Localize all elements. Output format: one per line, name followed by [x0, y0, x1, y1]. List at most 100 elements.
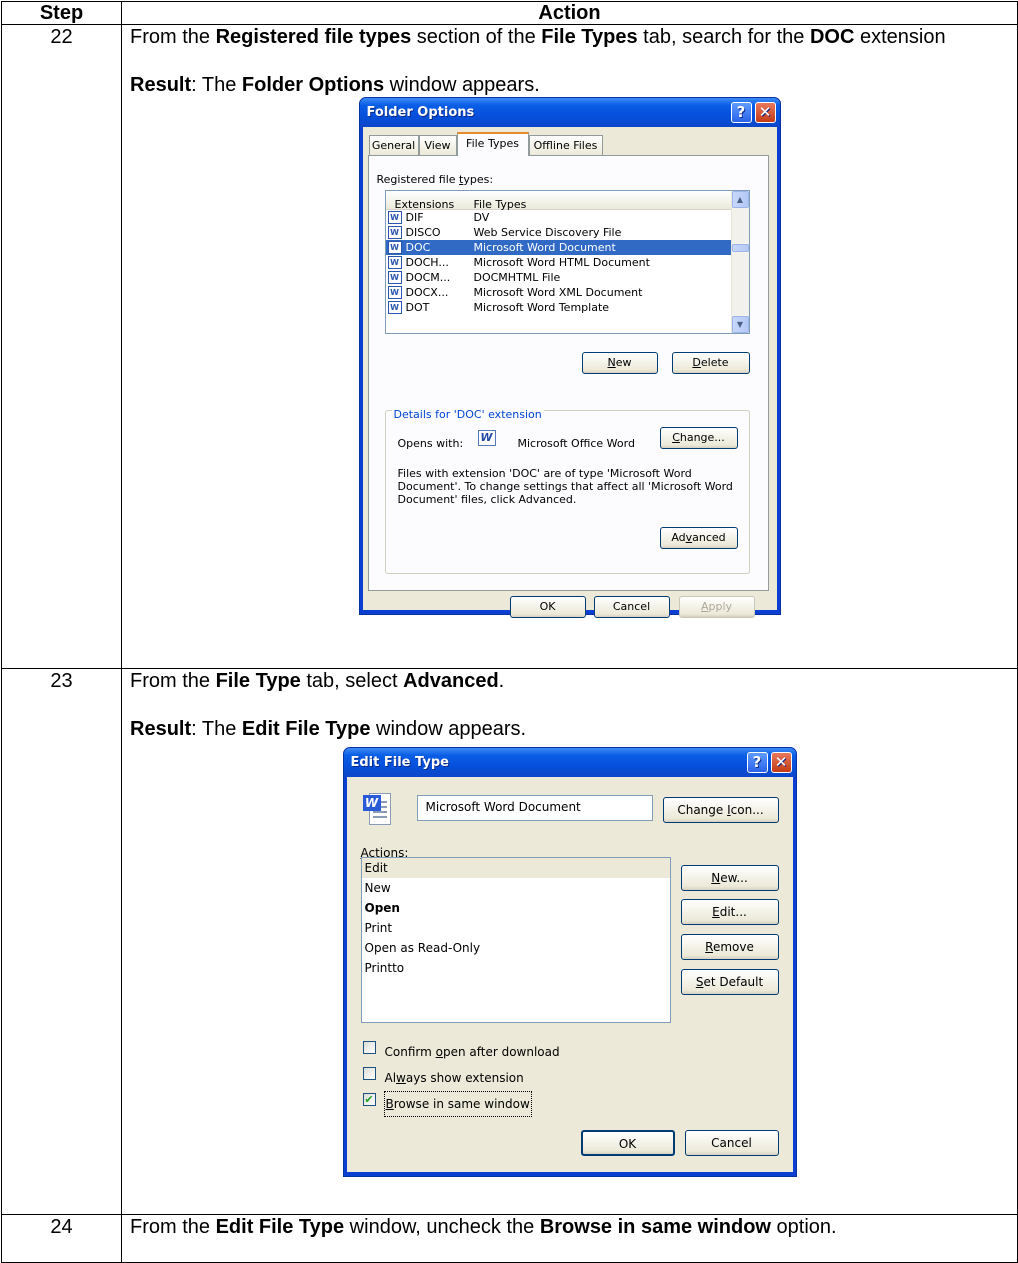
action-item[interactable]: Edit: [361, 858, 670, 878]
edit-file-type-body: W Microsoft Word Document Change Icon...…: [346, 777, 793, 1172]
tab-view[interactable]: View: [418, 135, 457, 155]
file-type-icon: W: [387, 301, 402, 314]
window-title: Folder Options: [366, 105, 475, 120]
file-type-icon: W: [387, 286, 402, 299]
file-type-icon: W: [387, 271, 402, 284]
list-scrollbar[interactable]: ▲ ▼: [730, 191, 749, 333]
step-number: 23: [1, 668, 122, 1215]
file-extension: DIF: [405, 211, 424, 224]
delete-button[interactable]: Delete: [671, 352, 750, 374]
registered-file-types-label: Registered file types:: [376, 173, 494, 186]
folder-options-body: General View File Types Offline Files Re…: [362, 127, 777, 618]
file-type-row[interactable]: W DOT Microsoft Word Template: [386, 300, 749, 315]
opens-with-label: Opens with:: [397, 437, 464, 450]
ok-button[interactable]: OK: [509, 596, 586, 618]
action-item[interactable]: Open as Read-Only: [362, 938, 670, 958]
step-action: From the Edit File Type window, uncheck …: [121, 1214, 1018, 1263]
advanced-button[interactable]: Advanced: [659, 527, 738, 549]
edit-file-type-window: Edit File Type ? ✕ W Microsoft Word Docu…: [342, 747, 797, 1177]
file-type-description: Microsoft Word Template: [473, 301, 610, 314]
step-number: 22: [1, 24, 122, 669]
close-icon[interactable]: ✕: [754, 102, 776, 123]
file-type-row[interactable]: W DIF DV: [386, 210, 749, 225]
file-type-row[interactable]: W DISCO Web Service Discovery File: [386, 225, 749, 240]
scroll-thumb[interactable]: [731, 244, 749, 252]
details-group: Details for 'DOC' extension Opens with: …: [384, 403, 750, 574]
confirm-open-checkbox[interactable]: [362, 1041, 376, 1054]
details-legend: Details for 'DOC' extension: [391, 403, 544, 427]
word-app-icon: W: [477, 430, 496, 446]
header-step: Step: [1, 1, 122, 25]
close-icon[interactable]: ✕: [770, 752, 792, 773]
tab-general[interactable]: General: [368, 135, 419, 155]
step-result: Result: The Edit File Type window appear…: [130, 718, 527, 740]
change-button[interactable]: Change...: [659, 427, 738, 449]
steps-table: Step Action 22 From the Registered file …: [1, 1, 1018, 1263]
bold-term: Registered file types: [215, 26, 412, 48]
file-types-list[interactable]: Extensions File Types W DIF DV W DISCO Web Se…: [384, 190, 750, 334]
change-icon-button[interactable]: Change Icon...: [662, 797, 779, 823]
always-show-checkbox[interactable]: [362, 1067, 376, 1080]
bold-term: DOC: [809, 26, 855, 48]
bold-term: Edit File Type: [215, 1216, 345, 1238]
cancel-button[interactable]: Cancel: [684, 1130, 779, 1156]
file-type-row[interactable]: W DOC Microsoft Word Document: [385, 240, 749, 255]
action-rows: Edit New Open Print Open as Read-Only Printto: [361, 858, 670, 978]
file-type-row[interactable]: W DOCX... Microsoft Word XML Document: [386, 285, 749, 300]
browse-same-window-label: Browse in same window: [383, 1091, 532, 1117]
ok-button[interactable]: OK: [580, 1130, 675, 1156]
header-row: Step Action: [1, 1, 1018, 25]
action-item[interactable]: Open: [362, 898, 670, 918]
window-title: Edit File Type: [350, 755, 449, 770]
set-default-button[interactable]: Set Default: [680, 969, 779, 995]
tab-file-types[interactable]: File Types: [456, 132, 529, 156]
tab-offline-files[interactable]: Offline Files: [528, 135, 603, 155]
cancel-button[interactable]: Cancel: [593, 596, 670, 618]
actions-list[interactable]: Edit New Open Print Open as Read-Only Printto: [360, 857, 671, 1023]
file-extension: DOCM...: [405, 271, 451, 284]
help-icon[interactable]: ?: [746, 752, 768, 773]
file-type-row[interactable]: W DOCH... Microsoft Word HTML Document: [386, 255, 749, 270]
apply-button[interactable]: Apply: [678, 596, 755, 618]
help-icon[interactable]: ?: [730, 102, 752, 123]
file-type-description: Web Service Discovery File: [473, 226, 622, 239]
bold-term: Edit File Type: [241, 718, 371, 740]
confirm-open-label: Confirm open after download: [384, 1045, 560, 1059]
file-types-panel: Registered file types: Extensions File T…: [367, 155, 769, 591]
opens-with-app: Microsoft Office Word: [517, 437, 635, 450]
action-item[interactable]: Print: [362, 918, 670, 938]
action-edit-button[interactable]: Edit...: [680, 899, 779, 925]
step-result: Result: The Folder Options window appear…: [130, 74, 540, 96]
bold-term: Result: [130, 718, 192, 740]
file-type-description: Microsoft Word HTML Document: [473, 256, 650, 269]
file-type-icon: W: [387, 211, 402, 224]
file-extension: DOT: [405, 301, 430, 314]
file-type-name-input[interactable]: Microsoft Word Document: [416, 795, 653, 821]
step-row-23: 23 From the File Type tab, select Advanc…: [1, 668, 1018, 1215]
folder-options-window: Folder Options ? ✕ General View File Typ…: [358, 97, 781, 618]
file-extension: DOCX...: [405, 286, 449, 299]
bold-term: File Type: [215, 670, 301, 692]
step-action: From the File Type tab, select Advanced.…: [121, 668, 1018, 1215]
new-button[interactable]: New: [581, 352, 658, 374]
bold-term: Folder Options: [241, 74, 385, 96]
bold-term: File Types: [541, 26, 638, 48]
list-header: Extensions File Types: [385, 191, 749, 211]
file-type-description: DV: [473, 211, 490, 224]
details-description: Files with extension 'DOC' are of type '…: [397, 467, 733, 506]
file-extension: DOCH...: [405, 256, 449, 269]
step-row-24: 24 From the Edit File Type window, unche…: [1, 1214, 1018, 1263]
file-type-icon: W: [387, 226, 402, 239]
browse-same-window-checkbox[interactable]: ✔: [362, 1093, 376, 1106]
action-item[interactable]: Printto: [362, 958, 670, 978]
bold-term: Advanced: [403, 670, 499, 692]
remove-button[interactable]: Remove: [680, 934, 779, 960]
action-item[interactable]: New: [362, 878, 670, 898]
scroll-down-icon[interactable]: ▼: [731, 316, 749, 333]
file-type-description: Microsoft Word XML Document: [473, 286, 643, 299]
file-extension: DOC: [405, 241, 431, 254]
scroll-up-icon[interactable]: ▲: [731, 191, 749, 208]
action-new-button[interactable]: New...: [680, 865, 779, 891]
file-type-row[interactable]: W DOCM... DOCMHTML File: [386, 270, 749, 285]
bold-term: Browse in same window: [539, 1216, 771, 1238]
